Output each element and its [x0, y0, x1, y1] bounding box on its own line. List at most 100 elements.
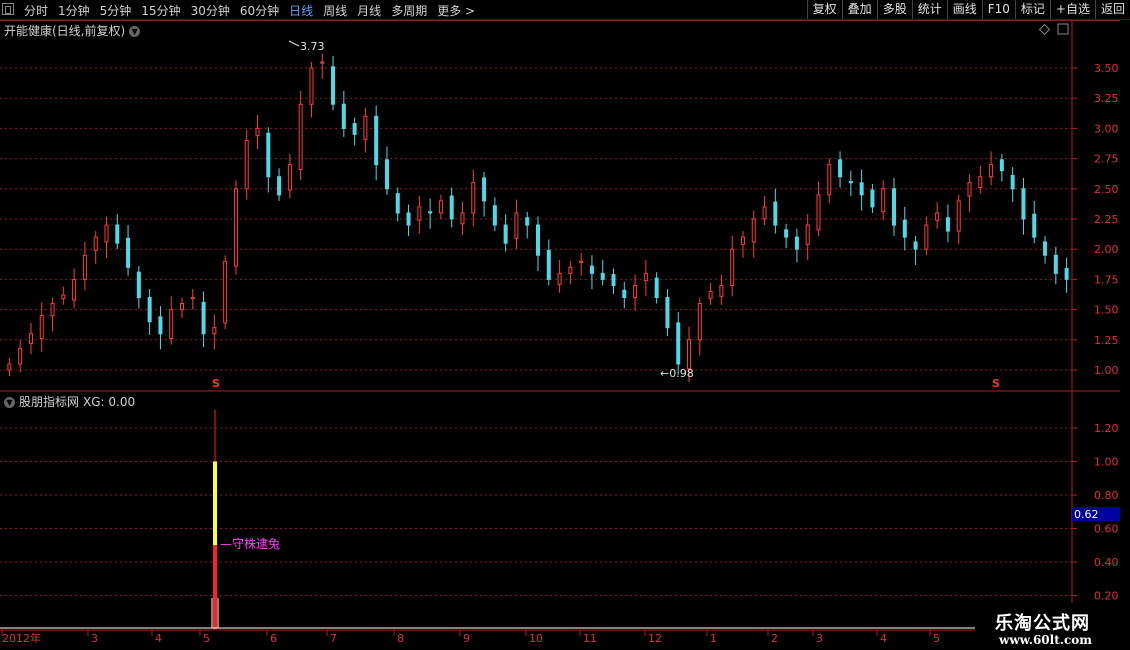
candle-body: [514, 212, 519, 239]
candle-body: [881, 188, 886, 213]
candle-body: [546, 249, 551, 280]
candle-body: [536, 224, 540, 256]
time-axis-label: 9: [463, 632, 470, 645]
candle-body: [1032, 213, 1037, 238]
candle-body: [341, 103, 346, 129]
candle-body: [848, 181, 853, 184]
candle-body: [719, 284, 724, 297]
watermark-logo: 乐淘公式网 www.60lt.com: [975, 603, 1130, 650]
candle-body: [579, 260, 584, 263]
main-y-tick-label: 2.25: [1094, 213, 1119, 226]
signal-annotation: —守株逮兔: [220, 536, 280, 551]
candle-body: [28, 333, 33, 344]
candle-body: [169, 309, 174, 340]
candle-body: [924, 224, 929, 250]
ind-y-tick-label: 1.20: [1094, 422, 1119, 435]
candle-body: [622, 289, 627, 299]
candle-body: [417, 206, 422, 221]
candle-body: [126, 237, 131, 268]
candle-body: [892, 188, 896, 226]
candle-body: [1053, 254, 1058, 274]
ind-y-tick-label: 1.00: [1094, 456, 1119, 469]
candle-body: [180, 303, 184, 311]
candle-body: [277, 176, 282, 196]
panel-icon: [1057, 23, 1069, 35]
candle-body: [460, 212, 465, 225]
ind-y-tick-label: 0.60: [1094, 523, 1119, 536]
high-price-label: 3.73: [300, 40, 325, 53]
candle-body: [212, 327, 217, 335]
candle-body: [244, 139, 249, 190]
candle-body: [190, 297, 195, 300]
candle-body: [935, 212, 940, 221]
candle-body: [93, 236, 98, 251]
candle-body: [428, 211, 433, 214]
candle-body: [39, 315, 44, 340]
candle-body: [859, 182, 864, 196]
main-y-tick-label: 2.00: [1094, 243, 1119, 256]
candle-body: [665, 297, 670, 329]
candle-body: [1010, 175, 1015, 190]
candle-body: [363, 115, 368, 140]
candle-body: [7, 363, 12, 371]
candle-body: [762, 206, 767, 220]
candle-body: [805, 224, 810, 245]
signal-marker: S: [212, 377, 220, 390]
time-axis-label: 5: [933, 632, 940, 645]
candle-body: [471, 182, 476, 214]
main-y-tick-label: 1.25: [1094, 334, 1119, 347]
main-y-tick-label: 1.75: [1094, 273, 1119, 286]
time-axis-label: 7: [330, 632, 337, 645]
main-y-tick-label: 2.75: [1094, 153, 1119, 166]
main-y-tick-label: 3.25: [1094, 92, 1119, 105]
time-axis-label: 8: [397, 632, 404, 645]
right-gutter: [1120, 20, 1130, 630]
time-axis-label: 5: [203, 632, 210, 645]
main-y-tick-label: 1.50: [1094, 304, 1119, 317]
candle-body: [589, 265, 594, 274]
candle-body: [978, 176, 983, 189]
candle-body: [557, 272, 562, 285]
ind-y-tick-label: 0.20: [1094, 590, 1119, 603]
candle-body: [967, 182, 972, 197]
time-axis-label: 6: [270, 632, 277, 645]
candle-body: [989, 164, 994, 178]
candle-body: [525, 217, 530, 226]
candle-body: [266, 132, 271, 178]
time-axis-label: 11: [583, 632, 597, 645]
candle-body: [104, 224, 109, 243]
candle-body: [773, 201, 778, 226]
candle-body: [1021, 188, 1026, 220]
ind-y-tick-label: 0.40: [1094, 556, 1119, 569]
signal-marker: S: [992, 377, 1000, 390]
watermark-title: 乐淘公式网: [995, 613, 1090, 634]
candle-body: [794, 236, 799, 250]
candle-body: [687, 339, 692, 370]
candle-body: [406, 212, 411, 226]
low-price-label: ←0.98: [660, 367, 694, 380]
candle-body: [1043, 241, 1048, 256]
time-axis-label: 12: [648, 632, 662, 645]
candle-body: [654, 277, 659, 299]
main-y-tick-label: 3.50: [1094, 62, 1119, 75]
candle-body: [136, 271, 141, 299]
candle-body: [18, 347, 23, 365]
candle-body: [902, 219, 907, 238]
candle-body: [331, 66, 336, 105]
time-axis-label: 2: [771, 632, 778, 645]
candle-body: [82, 254, 87, 280]
candle-body: [751, 218, 756, 243]
candle-body: [287, 164, 292, 191]
main-y-tick-label: 2.50: [1094, 183, 1119, 196]
main-y-tick-label: 3.00: [1094, 122, 1119, 135]
kline-chart[interactable]: 3.50 3.25 3.00 2.75 2.50 2.25 2.00 1.75 1.50 1.25…: [0, 0, 1130, 650]
candle-body: [956, 200, 961, 232]
time-axis-label: 4: [155, 632, 162, 645]
candle-body: [730, 248, 735, 286]
candle-body: [611, 274, 616, 286]
candle-body: [298, 103, 303, 170]
candle-body: [740, 236, 745, 245]
candle-body: [61, 294, 66, 300]
candle-body: [438, 200, 443, 214]
main-y-tick-label: 1.00: [1094, 364, 1119, 377]
